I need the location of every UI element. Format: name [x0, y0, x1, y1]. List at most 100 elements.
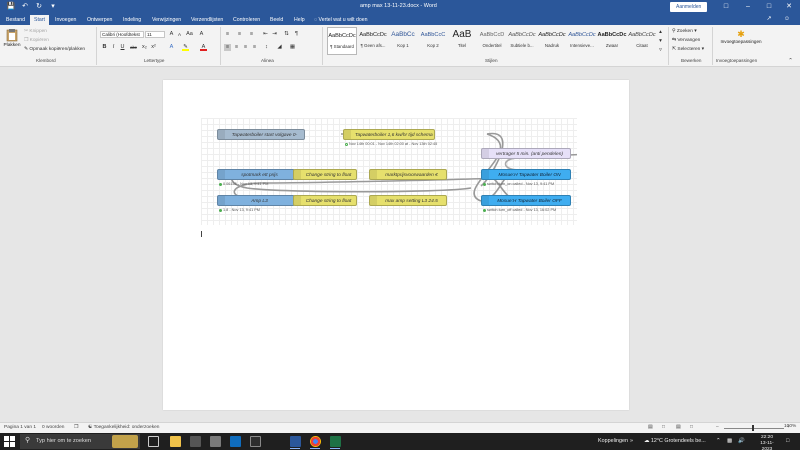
clock[interactable]: 22:20 13-11-2023 [755, 435, 779, 450]
read-mode-icon[interactable]: □ [662, 425, 665, 430]
tab-bestand[interactable]: Bestand [2, 15, 29, 25]
select-button[interactable]: ⇱ Selecteren ▾ [672, 47, 704, 52]
file-explorer-icon[interactable] [170, 436, 181, 447]
bullets-icon[interactable]: ≡ [224, 31, 231, 38]
highlight-color-icon[interactable]: ✎ [182, 44, 189, 51]
style-nadruk[interactable]: AaBbCcDc Nadruk [537, 27, 567, 55]
numbering-icon[interactable]: ≡ [236, 31, 243, 38]
borders-icon[interactable]: ▦ [289, 44, 296, 51]
zoom-out-button[interactable]: – [716, 425, 719, 430]
strikethrough-button[interactable]: abc [130, 44, 137, 51]
chevron-right-icon[interactable]: » [630, 438, 633, 444]
font-color-icon[interactable]: A [200, 44, 207, 51]
share-icon[interactable]: ↗ [762, 15, 776, 24]
sign-in-button[interactable]: Aanmelden [670, 2, 708, 12]
tab-invoegen[interactable]: Invoegen [51, 15, 80, 25]
replace-button[interactable]: ⇆ Vervangen [672, 38, 700, 43]
superscript-button[interactable]: x² [150, 44, 157, 51]
align-center-icon[interactable]: ≡ [233, 44, 240, 51]
tab-ontwerpen[interactable]: Ontwerpen [83, 15, 116, 25]
network-icon[interactable]: ▩ [727, 438, 732, 444]
document-page[interactable]: Tapwaterboiler start volgave 0- Tapwater… [163, 80, 629, 410]
styles-scroll-up-icon[interactable]: ▴ [657, 29, 664, 36]
maximize-button[interactable]: □ [758, 0, 780, 14]
align-right-icon[interactable]: ≡ [242, 44, 249, 51]
focus-mode-icon[interactable]: ▤ [648, 425, 653, 430]
align-left-icon[interactable]: ≡ [224, 44, 231, 51]
print-layout-icon[interactable]: ▤ [676, 425, 681, 430]
weather-widget[interactable]: ☁ 12°C Grotendeels be... [644, 438, 706, 444]
undo-icon[interactable]: ↶ [20, 2, 30, 12]
style-kop-1[interactable]: AaBbCc Kop 1 [388, 27, 418, 55]
bold-button[interactable]: B [101, 44, 108, 51]
zoom-slider[interactable] [724, 428, 784, 429]
line-spacing-icon[interactable]: ↕ [263, 44, 270, 51]
shrink-font-icon[interactable]: A [176, 31, 183, 38]
style-geen-afstand[interactable]: AaBbCcDc ¶ Geen afs... [358, 27, 388, 55]
justify-icon[interactable]: ≡ [251, 44, 258, 51]
outlook-icon[interactable] [230, 436, 241, 447]
addins-button[interactable]: ✱ Invoegtoepassingen [716, 29, 766, 55]
show-hidden-icons-icon[interactable]: ⌃ [716, 438, 721, 444]
increase-indent-icon[interactable]: ⇥ [271, 31, 278, 38]
paste-button[interactable]: Plakken [3, 28, 21, 56]
word-count[interactable]: 0 woorden [42, 425, 64, 430]
grow-font-icon[interactable]: A [168, 31, 175, 38]
copy-button[interactable]: ❐ Kopiëren [24, 38, 49, 43]
style-intensieve-benadrukking[interactable]: AaBbCcDc Intensieve... [567, 27, 597, 55]
cut-button[interactable]: ✂ Knippen [24, 29, 47, 34]
web-layout-icon[interactable]: □ [690, 425, 693, 430]
links-toolbar[interactable]: Koppelingen [598, 438, 628, 444]
collapse-ribbon-icon[interactable]: ⌃ [787, 58, 794, 65]
text-effects-icon[interactable]: A [168, 44, 175, 51]
style-zwaar[interactable]: AaBbCcDc Zwaar [597, 27, 627, 55]
font-name-select[interactable]: Calibri (Hoofdtekst [100, 31, 144, 38]
style-titel[interactable]: AaB Titel [447, 27, 477, 55]
notifications-icon[interactable]: □ [786, 438, 789, 444]
app-icon[interactable] [210, 436, 221, 447]
multilevel-list-icon[interactable]: ≡ [248, 31, 255, 38]
clear-formatting-icon[interactable]: A [198, 31, 205, 38]
customize-quick-access-icon[interactable]: ▾ [48, 2, 58, 12]
document-area[interactable]: Tapwaterboiler start volgave 0- Tapwater… [0, 67, 800, 422]
change-case-icon[interactable]: Aa [186, 31, 193, 38]
excel-icon[interactable] [330, 436, 341, 447]
chrome-icon[interactable] [310, 436, 321, 447]
tab-controleren[interactable]: Controleren [229, 15, 264, 25]
redo-icon[interactable]: ↻ [34, 2, 44, 12]
zoom-level[interactable]: 100% [784, 424, 796, 429]
tab-start[interactable]: Start [30, 15, 49, 25]
style-subtiele-benadrukking[interactable]: AaBbCcDc Subtiele b... [507, 27, 537, 55]
task-view-icon[interactable] [148, 436, 159, 447]
style-citaat[interactable]: AaBbCcDc Citaat [627, 27, 657, 55]
tell-me-search[interactable]: ◌ Vertel wat u wilt doen [314, 15, 368, 25]
tab-verwijzingen[interactable]: Verwijzingen [148, 15, 185, 25]
style-standaard[interactable]: AaBbCcDc ¶ Standaard [327, 27, 357, 55]
sort-icon[interactable]: ⇅ [283, 31, 290, 38]
shading-icon[interactable]: ◢ [276, 44, 283, 51]
accessibility-status[interactable]: ☯ Toegankelijkheid: onderzoeken [88, 425, 159, 430]
volume-icon[interactable]: 🔊 [738, 438, 745, 444]
media-app-icon[interactable] [190, 436, 201, 447]
feedback-icon[interactable]: ☺ [780, 15, 794, 24]
save-icon[interactable]: 💾 [6, 2, 16, 12]
subscript-button[interactable]: x₂ [141, 44, 148, 51]
styles-scroll-down-icon[interactable]: ▾ [657, 38, 664, 45]
zoom-slider-thumb[interactable] [752, 425, 754, 431]
tab-indeling[interactable]: Indeling [119, 15, 145, 25]
word-icon[interactable] [290, 436, 301, 447]
minimize-button[interactable]: – [737, 0, 759, 14]
find-button[interactable]: ⚲ Zoeken ▾ [672, 29, 697, 34]
windows-start-icon[interactable] [4, 436, 15, 447]
taskbar-search-input[interactable]: ⚲ Typ hier om te zoeken [20, 434, 140, 449]
close-button[interactable]: ✕ [778, 0, 800, 14]
style-ondertitel[interactable]: AaBbCcD Ondertitel [477, 27, 507, 55]
ribbon-display-options-icon[interactable]: □ [715, 0, 737, 14]
decrease-indent-icon[interactable]: ⇤ [262, 31, 269, 38]
tab-beeld[interactable]: Beeld [266, 15, 287, 25]
terminal-icon[interactable] [250, 436, 261, 447]
format-painter-button[interactable]: ✎ Opmaak kopiëren/plakken [24, 47, 85, 52]
page-count[interactable]: Pagina 1 van 1 [4, 425, 36, 430]
italic-button[interactable]: I [110, 44, 117, 51]
font-size-select[interactable]: 11 [145, 31, 165, 38]
